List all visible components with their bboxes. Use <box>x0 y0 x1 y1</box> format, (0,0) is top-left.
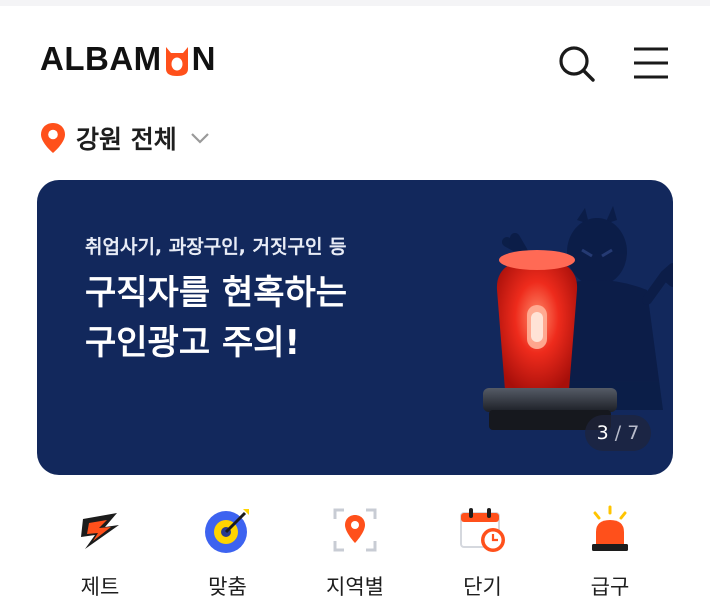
quick-menu-item-custom[interactable]: 맞춤 <box>168 505 288 615</box>
quick-menu-item-urgent[interactable]: 급구 <box>550 505 670 615</box>
app-header: ALBAM N <box>0 6 710 106</box>
promo-banner[interactable]: 취업사기, 과장구인, 거짓구인 등 구직자를 현혹하는 구인광고 주의! <box>37 180 673 475</box>
counter-separator: / <box>608 422 628 444</box>
quick-menu-item-shortterm[interactable]: 단기 <box>423 505 543 615</box>
quick-menu-label: 맞춤 <box>208 575 247 599</box>
quick-menu: 제트 맞춤 지역별 단기 급구 <box>40 505 670 615</box>
search-icon <box>559 46 595 82</box>
quick-menu-label: 지역별 <box>326 575 384 599</box>
logo-text: ALBAM <box>40 40 162 77</box>
banner-title: 구직자를 현혹하는 구인광고 주의! <box>85 268 347 368</box>
banner-title-line2: 구인광고 주의! <box>85 323 301 363</box>
region-label: 강원 전체 <box>76 125 177 154</box>
albamon-logo[interactable]: ALBAM N <box>40 39 216 79</box>
logo-o-mark-icon <box>162 39 192 79</box>
hamburger-menu-icon <box>634 47 668 79</box>
counter-total: 7 <box>627 422 640 444</box>
quick-menu-label: 제트 <box>80 575 120 599</box>
menu-button[interactable] <box>628 40 674 86</box>
counter-current: 3 <box>596 422 609 444</box>
quick-menu-item-region[interactable]: 지역별 <box>295 505 415 615</box>
quick-menu-item-zet[interactable]: 제트 <box>40 505 160 615</box>
banner-page-counter: 3 / 7 <box>585 415 651 451</box>
logo-text-end: N <box>191 40 216 77</box>
calendar-clock-icon <box>459 508 505 552</box>
region-selector[interactable]: 강원 전체 <box>40 118 211 158</box>
banner-subtitle: 취업사기, 과장구인, 거짓구인 등 <box>85 236 347 258</box>
zet-icon <box>81 513 119 549</box>
search-button[interactable] <box>553 40 599 86</box>
banner-title-line1: 구직자를 현혹하는 <box>85 273 348 313</box>
chevron-down-icon <box>190 133 209 144</box>
location-pin-icon <box>41 123 65 153</box>
siren-icon <box>592 505 628 551</box>
quick-menu-label: 급구 <box>590 575 630 599</box>
quick-menu-label: 단기 <box>463 575 502 599</box>
location-icon <box>333 508 377 552</box>
target-icon <box>204 509 249 553</box>
